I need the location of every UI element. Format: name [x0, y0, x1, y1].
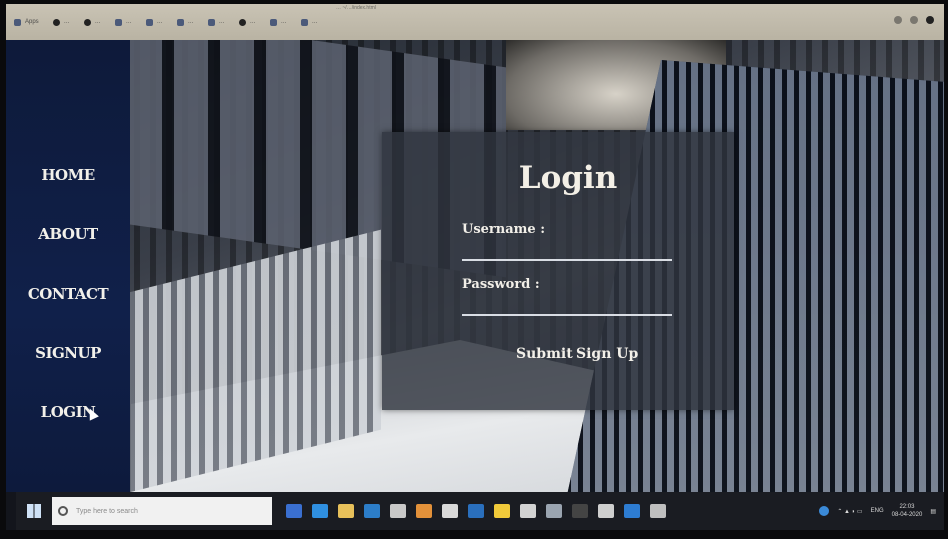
login-title: Login [518, 160, 618, 196]
submit-button[interactable]: Submit [516, 346, 573, 362]
app-icon[interactable] [364, 504, 380, 518]
windows-taskbar: Type here to search ⌃ ▲ ◗ ▭ ENG 22:03 08… [16, 492, 944, 530]
app-icon[interactable] [390, 504, 406, 518]
cortana-icon [58, 506, 68, 516]
notifications-icon[interactable]: ▤ [930, 508, 936, 515]
tray-language[interactable]: ENG [871, 508, 884, 514]
bookmark-item[interactable]: … [145, 18, 163, 26]
bookmark-icon [114, 18, 122, 26]
maximize-icon[interactable] [910, 16, 918, 24]
task-view-icon[interactable] [286, 504, 302, 518]
app-icon[interactable] [468, 504, 484, 518]
signup-button[interactable]: Sign Up [576, 346, 638, 362]
chrome-icon[interactable] [442, 504, 458, 518]
web-page: HOME ABOUT CONTACT SIGNUP LOGIN Login Us… [6, 40, 944, 492]
bookmark-item[interactable]: … [114, 18, 132, 26]
search-placeholder: Type here to search [76, 507, 138, 515]
file-explorer-icon[interactable] [338, 504, 354, 518]
nav-login[interactable]: LOGIN [6, 403, 130, 421]
bookmark-icon [176, 18, 184, 26]
password-input[interactable] [462, 294, 672, 316]
bookmark-icon [83, 18, 91, 26]
minimize-icon[interactable] [894, 16, 902, 24]
taskbar-search[interactable]: Type here to search [52, 497, 272, 525]
username-label: Username : [462, 222, 546, 237]
tray-app-icon[interactable] [819, 506, 830, 516]
bookmark-icon [238, 18, 246, 26]
bookmark-icon [207, 18, 215, 26]
bookmark-icon [300, 18, 308, 26]
password-label: Password : [462, 277, 540, 292]
bookmark-icon [269, 18, 277, 26]
bookmark-item[interactable]: … [238, 18, 256, 26]
username-input[interactable] [462, 239, 672, 261]
login-panel: Login Username : Password : Submit Sign … [382, 132, 734, 410]
nav-contact[interactable]: CONTACT [6, 285, 130, 303]
profile-icon[interactable] [926, 16, 934, 24]
nav-home[interactable]: HOME [6, 166, 130, 184]
bookmark-item[interactable]: … [207, 18, 225, 26]
windows-icon [27, 504, 41, 518]
bookmark-item[interactable]: … [176, 18, 194, 26]
terminal-icon[interactable] [572, 504, 588, 518]
window-controls [894, 16, 934, 24]
vlc-icon[interactable] [416, 504, 432, 518]
bookmark-apps[interactable]: Apps [14, 18, 39, 26]
sidebar-nav: HOME ABOUT CONTACT SIGNUP LOGIN [6, 40, 130, 492]
bookmark-item[interactable]: … [83, 18, 101, 26]
start-button[interactable] [16, 492, 52, 530]
tray-icons[interactable]: ⌃ ▲ ◗ ▭ [837, 508, 862, 515]
vscode-icon[interactable] [624, 504, 640, 518]
app-icon[interactable] [598, 504, 614, 518]
url-fragment: … ~/…/index.html [336, 5, 376, 11]
taskbar-apps [286, 504, 666, 518]
nav-signup[interactable]: SIGNUP [6, 344, 130, 362]
monitor-screen: … ~/…/index.html Apps … … … … … … … … … … [6, 4, 944, 530]
app-icon[interactable] [650, 504, 666, 518]
bookmark-item[interactable]: … [52, 18, 70, 26]
bookmark-icon [145, 18, 153, 26]
apps-icon [14, 18, 21, 26]
bookmark-icon [52, 18, 60, 26]
taskbar-clock[interactable]: 22:03 08-04-2020 [892, 503, 923, 519]
nav-about[interactable]: ABOUT [6, 225, 130, 243]
system-tray: ⌃ ▲ ◗ ▭ ENG 22:03 08-04-2020 ▤ [819, 503, 944, 519]
browser-bookmarks-bar: … ~/…/index.html Apps … … … … … … … … … [6, 4, 944, 40]
document-icon[interactable] [520, 504, 536, 518]
bookmark-item[interactable]: … [300, 18, 318, 26]
edge-icon[interactable] [312, 504, 328, 518]
app-icon[interactable] [546, 504, 562, 518]
sticky-notes-icon[interactable] [494, 504, 510, 518]
bookmark-item[interactable]: … [269, 18, 287, 26]
